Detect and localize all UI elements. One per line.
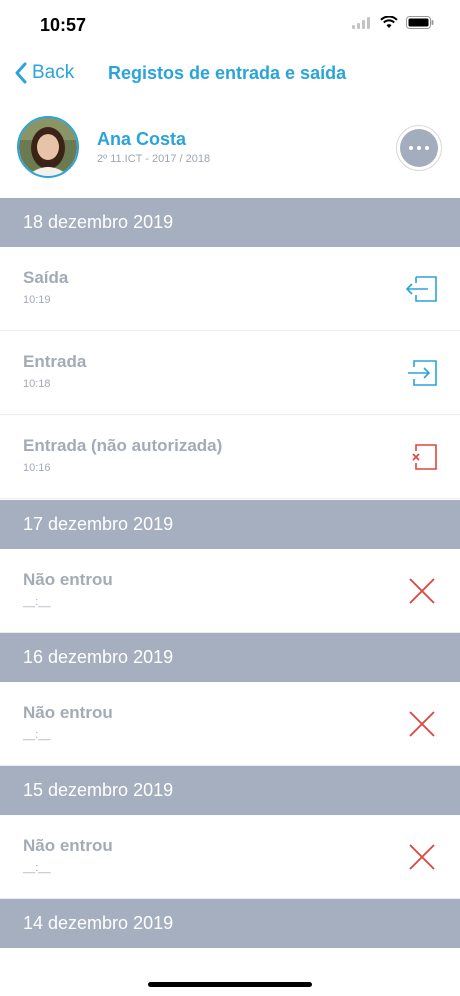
record-time: __:__ (23, 729, 51, 741)
close-icon (409, 711, 435, 737)
chevron-left-icon (15, 62, 27, 84)
date-header: 18 dezembro 2019 (0, 198, 460, 247)
list-item[interactable]: Não entrou __:__ (0, 815, 460, 899)
home-indicator[interactable] (148, 982, 312, 987)
record-time: 10:18 (23, 378, 51, 390)
close-icon (409, 578, 435, 604)
date-header: 17 dezembro 2019 (0, 500, 460, 549)
record-type: Saída (23, 268, 69, 287)
battery-icon (406, 16, 434, 29)
list-item[interactable]: Saída 10:19 (0, 247, 460, 331)
entry-unauthorized-icon (412, 444, 437, 470)
record-type: Não entrou (23, 703, 113, 722)
avatar (17, 116, 79, 178)
back-button-label: Back (32, 62, 75, 83)
list-item[interactable]: Entrada (não autorizada) 10:16 (0, 415, 460, 499)
date-header: 14 dezembro 2019 (0, 899, 460, 948)
more-options-button[interactable] (396, 125, 442, 171)
student-class-info: 2º 11.ICT - 2017 / 2018 (97, 153, 211, 165)
back-button[interactable]: Back (14, 62, 74, 84)
record-type: Entrada (23, 352, 87, 371)
record-time: __:__ (23, 862, 51, 874)
page-title: Registos de entrada e saída (108, 63, 347, 83)
wifi-icon (380, 16, 398, 28)
student-name: Ana Costa (97, 129, 187, 149)
list-item[interactable]: Não entrou __:__ (0, 682, 460, 766)
record-type: Não entrou (23, 570, 113, 589)
status-bar: 10:57 (0, 0, 460, 50)
navigation-bar: Back Registos de entrada e saída (0, 50, 460, 99)
status-icons (352, 16, 434, 29)
record-time: 10:16 (23, 462, 51, 474)
record-time: __:__ (23, 596, 51, 608)
exit-icon (405, 276, 437, 302)
signal-icon (352, 16, 370, 29)
list-item[interactable]: Não entrou __:__ (0, 549, 460, 633)
list-item[interactable]: Entrada 10:18 (0, 331, 460, 415)
more-dots-icon (400, 129, 438, 167)
record-type: Não entrou (23, 836, 113, 855)
status-time: 10:57 (40, 15, 87, 35)
record-time: 10:19 (23, 294, 51, 306)
date-header: 16 dezembro 2019 (0, 633, 460, 682)
close-icon (409, 844, 435, 870)
student-profile: Ana Costa 2º 11.ICT - 2017 / 2018 (0, 98, 460, 196)
entry-icon (408, 360, 437, 386)
date-header: 15 dezembro 2019 (0, 766, 460, 815)
record-type: Entrada (não autorizada) (23, 436, 223, 455)
